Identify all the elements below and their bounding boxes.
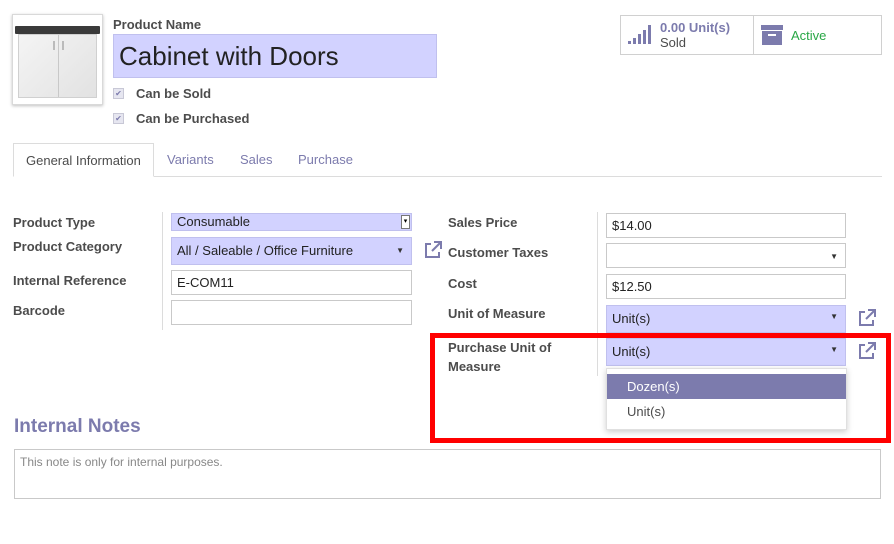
internal-reference-input[interactable]: E-COM11 [171,270,412,295]
tab-purchase[interactable]: Purchase [286,143,365,177]
can-be-sold-checkbox[interactable]: ✔ [113,88,124,99]
cost-label: Cost [448,276,477,291]
caret-down-icon: ▼ [396,246,404,255]
cost-input[interactable]: $12.50 [606,274,846,299]
product-type-value: Consumable [177,214,250,229]
customer-taxes-select[interactable]: ▼ [606,243,846,268]
product-category-select[interactable]: All / Saleable / Office Furniture ▼ [171,237,412,265]
product-name-input[interactable]: Cabinet with Doors [113,34,437,78]
sold-text: Sold [660,35,687,50]
caret-down-icon: ▼ [830,312,838,321]
product-category-label: Product Category [13,239,123,254]
highlight-annotation [430,333,891,443]
can-be-purchased-checkbox[interactable]: ✔ [113,113,124,124]
can-be-purchased-label: Can be Purchased [136,111,250,126]
product-name-label: Product Name [113,17,202,32]
tab-general-information[interactable]: General Information [13,143,154,177]
product-type-select[interactable]: Consumable ▾ [171,213,412,231]
active-toggle-button[interactable]: Active [754,16,826,54]
product-category-value: All / Saleable / Office Furniture [177,243,354,258]
caret-down-icon: ▼ [830,252,838,261]
stat-buttons: 0.00 Unit(s) Sold Active [620,15,882,55]
active-status-text: Active [791,27,827,43]
cabinet-top [15,26,100,34]
external-link-icon[interactable] [423,240,443,260]
left-group-divider [162,212,163,330]
uom-value: Unit(s) [612,311,651,326]
barcode-input[interactable] [171,300,412,325]
tab-sales[interactable]: Sales [228,143,285,177]
cabinet-body [18,34,97,98]
caret-down-icon: ▾ [401,215,410,229]
external-link-icon[interactable] [857,308,877,328]
sold-value: 0.00 Unit(s) [660,20,731,35]
sales-price-input[interactable]: $14.00 [606,213,846,238]
internal-reference-label: Internal Reference [13,273,127,288]
uom-label: Unit of Measure [448,306,546,321]
bar-chart-icon [628,25,651,44]
can-be-sold-label: Can be Sold [136,86,212,101]
sales-price-label: Sales Price [448,215,518,230]
uom-select[interactable]: Unit(s) ▼ [606,305,846,333]
tab-variants[interactable]: Variants [155,143,226,177]
internal-notes-title: Internal Notes [14,416,141,437]
internal-notes-textarea[interactable]: This note is only for internal purposes. [14,449,881,499]
sold-stat-button[interactable]: 0.00 Unit(s) Sold [621,16,754,54]
barcode-label: Barcode [13,303,66,318]
customer-taxes-label: Customer Taxes [448,245,549,260]
product-image[interactable] [12,14,103,105]
archive-icon [761,25,783,45]
notebook-tabs: General Information Variants Sales Purch… [13,143,882,177]
product-type-label: Product Type [13,215,96,230]
